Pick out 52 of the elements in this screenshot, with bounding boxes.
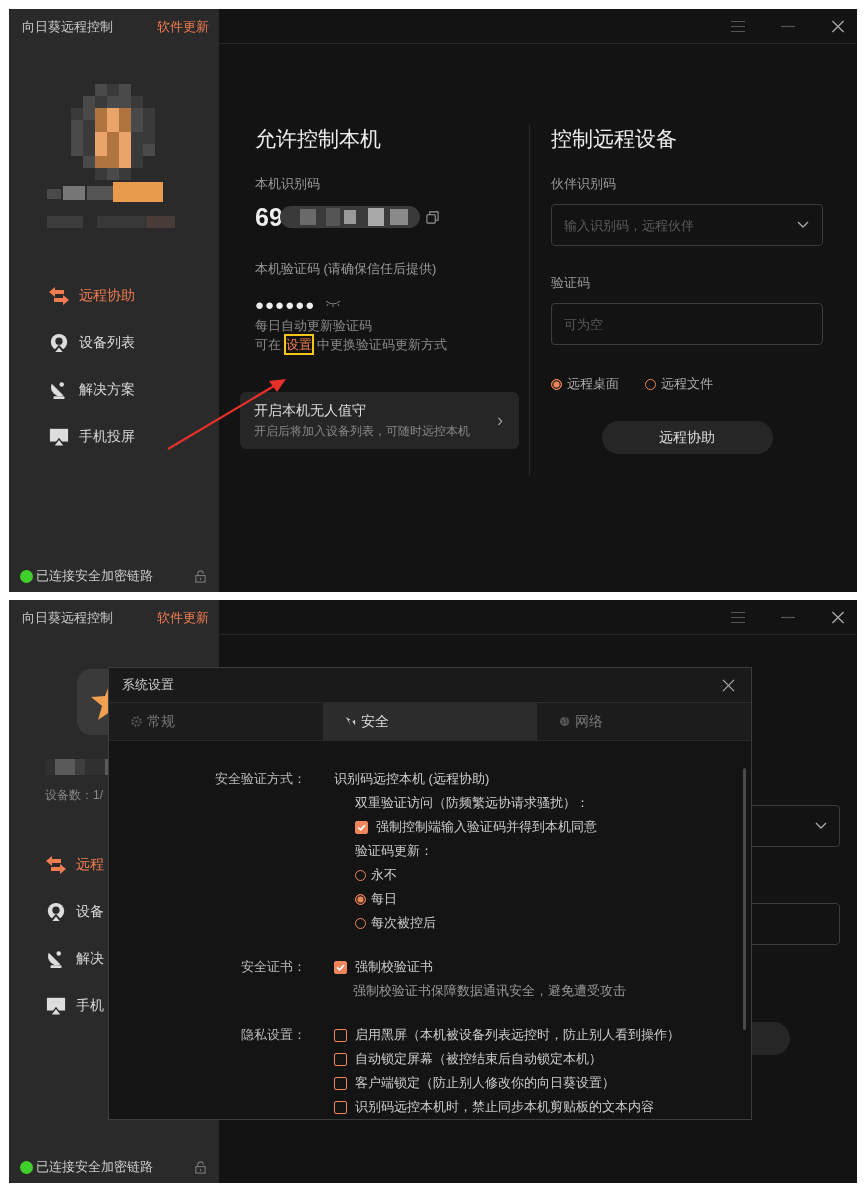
nav-item[interactable]: 设备列表 bbox=[9, 319, 219, 366]
setting-hint: 强制校验证书保障数据通讯安全，避免遭受攻击 bbox=[352, 982, 627, 1000]
setting-text: 验证码更新： bbox=[355, 842, 433, 860]
settings-link[interactable]: 设置 bbox=[284, 334, 314, 355]
setting-text: 双重验证访问（防频繁远协请求骚扰）： bbox=[355, 794, 589, 812]
setting-checkbox[interactable]: 强制校验证书 bbox=[334, 958, 433, 976]
update-link[interactable]: 软件更新 bbox=[157, 17, 209, 36]
nav-item[interactable]: 设备 bbox=[9, 888, 219, 935]
setting-checkbox[interactable]: 自动锁定屏幕（被控结束后自动锁定本机） bbox=[334, 1050, 602, 1068]
partner-id-dropdown[interactable]: 输入识别码，远程伙伴 bbox=[551, 204, 823, 246]
setting-checkbox[interactable]: 强制控制端输入验证码并得到本机同意 bbox=[355, 818, 597, 836]
app-title: 向日葵远程控制 bbox=[22, 608, 113, 627]
verification-code: ●●●●●● bbox=[255, 295, 316, 313]
field-label: 验证码 bbox=[551, 274, 591, 292]
mode-radio[interactable]: 远程文件 bbox=[645, 375, 713, 393]
note-text: 每日自动更新验证码 bbox=[255, 317, 373, 335]
note-text: 可在 设置 中更换验证码更新方式 bbox=[255, 335, 519, 354]
status-text: 已连接安全加密链路 bbox=[36, 567, 153, 585]
setting-radio[interactable]: 永不 bbox=[355, 866, 397, 884]
device-count: 设备数：1/ bbox=[45, 787, 104, 804]
section-heading: 允许控制本机 bbox=[255, 126, 382, 152]
setting-radio[interactable]: 每日 bbox=[355, 890, 397, 908]
unattended-card[interactable]: 开启本机无人值守 开启后将加入设备列表，可随时远控本机 › bbox=[240, 392, 519, 449]
setting-checkbox[interactable]: 启用黑屏（本机被设备列表远控时，防止别人看到操作） bbox=[334, 1026, 680, 1044]
setting-label: 安全证书： bbox=[241, 958, 306, 976]
nav-item[interactable]: 手机 bbox=[9, 982, 219, 1029]
settings-tab[interactable]: 安全 bbox=[323, 703, 537, 740]
nav-item[interactable]: 远程 bbox=[9, 841, 219, 888]
setting-label: 隐私设置： bbox=[241, 1026, 306, 1044]
nav-item[interactable]: 解决方案 bbox=[9, 366, 219, 413]
dialog-title: 系统设置 bbox=[122, 676, 174, 694]
nav-item[interactable]: 远程协助 bbox=[9, 272, 219, 319]
setting-checkbox[interactable]: 识别码远控本机时，禁止同步本机剪贴板的文本内容 bbox=[334, 1098, 654, 1116]
settings-tab[interactable]: 网络 bbox=[537, 703, 751, 740]
setting-label: 安全验证方式： bbox=[215, 770, 306, 788]
field-label: 本机识别码 bbox=[255, 175, 321, 193]
setting-text: 识别码远控本机 (远程协助) bbox=[334, 770, 490, 788]
app-title: 向日葵远程控制 bbox=[22, 17, 113, 36]
section-heading: 控制远程设备 bbox=[551, 126, 678, 152]
nav-item[interactable]: 手机投屏 bbox=[9, 413, 219, 460]
setting-radio[interactable]: 每次被控后 bbox=[355, 914, 436, 932]
field-label: 伙伴识别码 bbox=[551, 175, 617, 193]
settings-tab[interactable]: 常规 bbox=[109, 703, 323, 740]
status-text: 已连接安全加密链路 bbox=[36, 1158, 153, 1176]
setting-checkbox[interactable]: 客户端锁定（防止别人修改你的向日葵设置） bbox=[334, 1074, 615, 1092]
nav-item[interactable]: 解决 bbox=[9, 935, 219, 982]
code-field[interactable]: 可为空 bbox=[551, 303, 823, 345]
mode-radio[interactable]: 远程桌面 bbox=[551, 375, 619, 393]
update-link[interactable]: 软件更新 bbox=[157, 608, 209, 627]
field-label: 本机验证码 (请确保信任后提供) bbox=[255, 260, 438, 278]
device-id: 69 bbox=[255, 202, 283, 232]
remote-assist-button[interactable]: 远程协助 bbox=[601, 421, 773, 454]
